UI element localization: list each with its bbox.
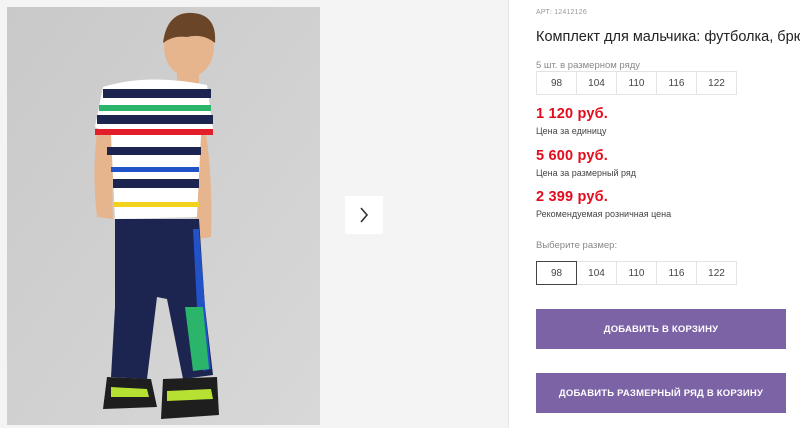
series-size: 116: [656, 71, 697, 95]
chevron-right-icon: [360, 207, 369, 223]
unit-price-label: Цена за единицу: [536, 126, 607, 136]
series-caption: 5 шт. в размерном ряду: [536, 60, 641, 71]
series-size: 110: [616, 71, 657, 95]
retail-price: 2 399 руб.: [536, 189, 609, 205]
unit-price: 1 120 руб.: [536, 106, 609, 122]
size-select-caption: Выберите размер:: [536, 240, 618, 251]
retail-price-label: Рекомендуемая розничная цена: [536, 209, 672, 219]
product-photo-image: [7, 7, 320, 425]
add-to-cart-button[interactable]: Добавить в корзину: [536, 309, 786, 349]
size-option-122[interactable]: 122: [696, 261, 737, 285]
product-details: АРТ: 12412126 Комплект для мальчика: фут…: [536, 0, 800, 428]
product-photo: [7, 7, 320, 425]
article-number: АРТ: 12412126: [536, 9, 587, 16]
size-option-104[interactable]: 104: [576, 261, 617, 285]
size-selector: 98 104 110 116 122: [536, 261, 737, 285]
size-option-110[interactable]: 110: [616, 261, 657, 285]
series-size: 104: [576, 71, 617, 95]
size-option-116[interactable]: 116: [656, 261, 697, 285]
product-title: Комплект для мальчика: футболка, брюки: [536, 29, 800, 45]
series-size-list: 98 104 110 116 122: [536, 71, 737, 95]
divider: [508, 0, 509, 428]
series-price-label: Цена за размерный ряд: [536, 168, 637, 178]
add-series-to-cart-button[interactable]: Добавить размерный ряд в корзину: [536, 373, 786, 413]
series-size: 98: [536, 71, 577, 95]
series-size: 122: [696, 71, 737, 95]
size-option-98[interactable]: 98: [536, 261, 577, 285]
series-price: 5 600 руб.: [536, 148, 609, 164]
product-gallery: [0, 0, 508, 428]
next-image-button[interactable]: [345, 196, 383, 234]
